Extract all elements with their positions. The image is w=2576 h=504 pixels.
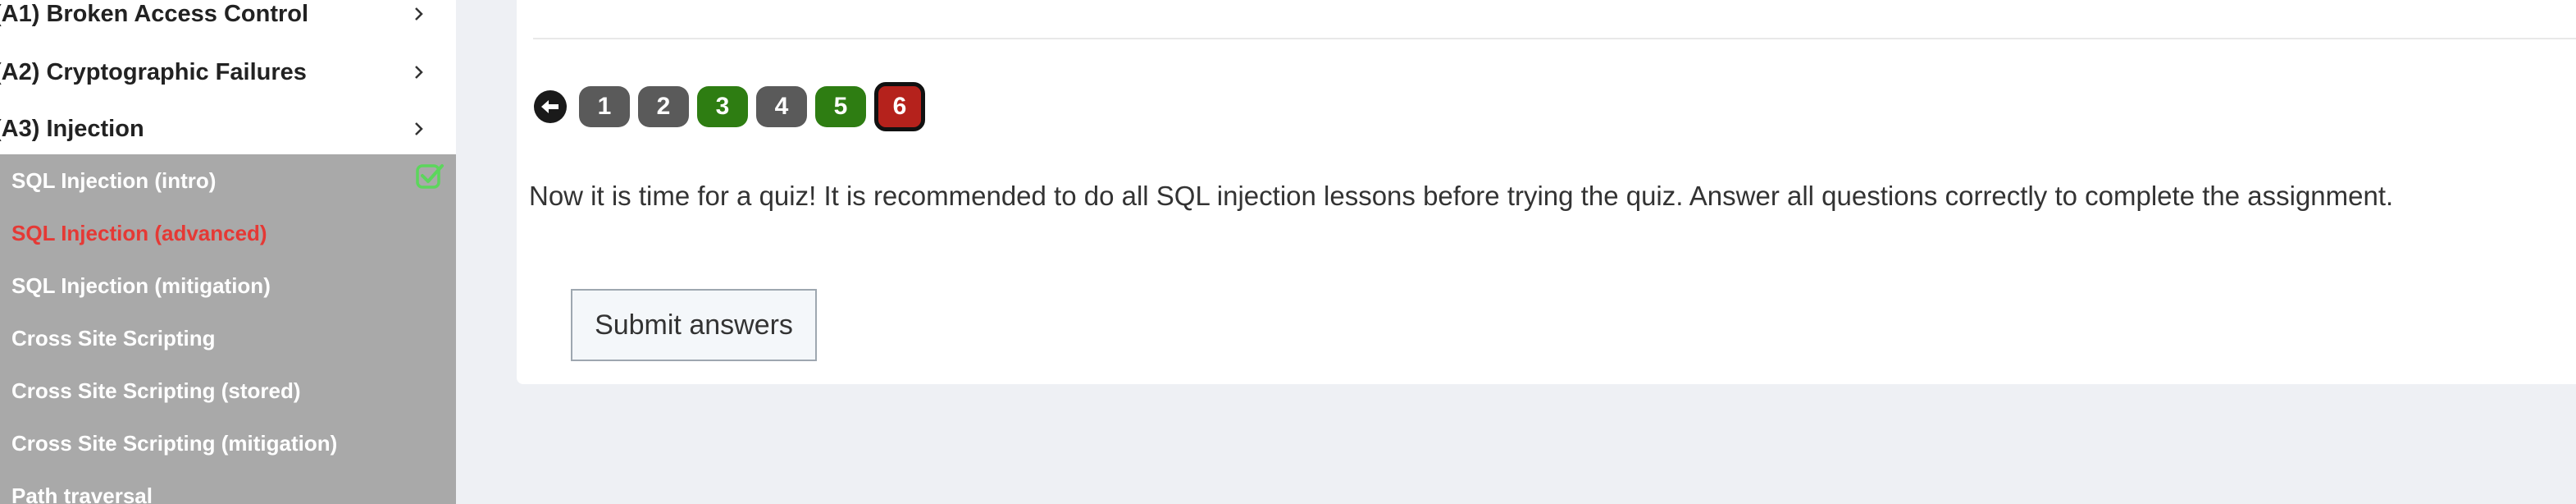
sidebar-item-cross-site-scripting[interactable]: Cross Site Scripting: [0, 312, 456, 364]
sidebar-item-label: Cross Site Scripting (mitigation): [11, 430, 338, 456]
sidebar-item-sql-injection-intro[interactable]: SQL Injection (intro): [0, 154, 456, 207]
page-button-4[interactable]: 4: [756, 86, 807, 127]
sidebar-item-path-traversal[interactable]: Path traversal: [0, 470, 456, 504]
category-label: (A2) Cryptographic Failures: [0, 58, 307, 85]
sidebar-item-label: Cross Site Scripting (stored): [11, 378, 301, 403]
lesson-page-navigation: 1 2 3 4 5 6: [533, 82, 933, 131]
sidebar-item-label: SQL Injection (advanced): [11, 220, 267, 245]
category-cryptographic-failures[interactable]: (A2) Cryptographic Failures: [0, 44, 456, 101]
quiz-intro-text: Now it is time for a quiz! It is recomme…: [529, 181, 2394, 211]
sidebar: (A1) Broken Access Control (A2) Cryptogr…: [0, 0, 456, 504]
chevron-right-icon: [415, 122, 423, 135]
sidebar-item-cross-site-scripting-stored[interactable]: Cross Site Scripting (stored): [0, 364, 456, 417]
check-square-icon: [416, 164, 444, 189]
sidebar-item-label: SQL Injection (mitigation): [11, 273, 271, 298]
submit-answers-button[interactable]: Submit answers: [571, 289, 817, 361]
page-button-3[interactable]: 3: [697, 86, 748, 127]
sidebar-item-sql-injection-mitigation[interactable]: SQL Injection (mitigation): [0, 259, 456, 312]
page-button-6-current[interactable]: 6: [874, 82, 925, 131]
sidebar-item-label: SQL Injection (intro): [11, 167, 217, 193]
sidebar-item-cross-site-scripting-mitigation[interactable]: Cross Site Scripting (mitigation): [0, 417, 456, 470]
injection-submenu: SQL Injection (intro) SQL Injection (adv…: [0, 154, 456, 504]
page-button-5[interactable]: 5: [815, 86, 866, 127]
page-button-1[interactable]: 1: [579, 86, 630, 127]
chevron-right-icon: [415, 66, 423, 79]
category-injection[interactable]: (A3) Injection: [0, 100, 456, 158]
arrow-left-circle-icon[interactable]: [533, 89, 568, 124]
sidebar-item-label: Cross Site Scripting: [11, 325, 216, 351]
category-label: (A3) Injection: [0, 115, 144, 142]
page-button-2[interactable]: 2: [638, 86, 689, 127]
sidebar-item-sql-injection-advanced[interactable]: SQL Injection (advanced): [0, 207, 456, 259]
chevron-right-icon: [415, 7, 423, 21]
category-broken-access-control[interactable]: (A1) Broken Access Control: [0, 0, 456, 43]
divider: [533, 38, 2576, 39]
category-label: (A1) Broken Access Control: [0, 0, 309, 27]
sidebar-item-label: Path traversal: [11, 483, 153, 504]
